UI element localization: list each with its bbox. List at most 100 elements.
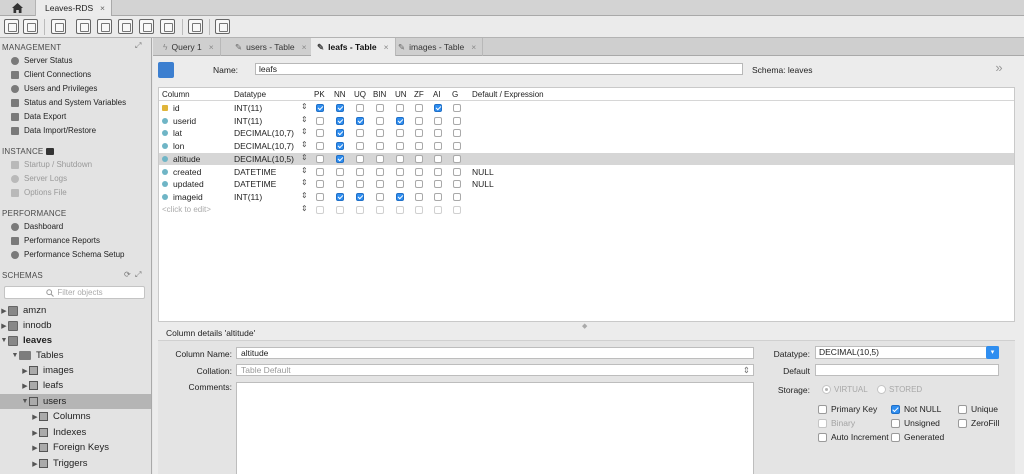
pk-checkbox[interactable] xyxy=(316,205,324,214)
updown-arrows-icon[interactable]: ⇕ xyxy=(301,102,308,111)
ai-checkbox[interactable] xyxy=(434,154,442,163)
pk-checkbox[interactable] xyxy=(316,129,324,138)
datatype-cell[interactable]: DATETIME xyxy=(234,179,276,189)
un-checkbox[interactable] xyxy=(396,104,404,112)
zf-checkbox[interactable] xyxy=(415,192,423,201)
g-checkbox[interactable] xyxy=(453,167,461,176)
tab-images-table[interactable]: ✎ images - Table × xyxy=(392,38,484,56)
close-icon[interactable]: × xyxy=(209,42,214,52)
g-checkbox[interactable] xyxy=(453,154,461,163)
updown-arrows-icon[interactable]: ⇕ xyxy=(301,127,308,136)
storage-stored-radio[interactable]: STORED xyxy=(877,385,922,394)
un-checkbox[interactable] xyxy=(396,192,404,201)
updown-arrows-icon[interactable]: ⇕ xyxy=(301,191,308,200)
column-name-cell[interactable]: updated xyxy=(173,179,204,189)
sidebar-item-data-import[interactable]: Data Import/Restore xyxy=(11,124,96,137)
updown-arrows-icon[interactable]: ⇕ xyxy=(301,140,308,149)
unsigned-checkbox[interactable]: Unsigned xyxy=(891,418,940,428)
generated-checkbox[interactable]: Generated xyxy=(891,432,944,442)
table-name-input[interactable]: leafs xyxy=(255,63,743,75)
splitter-handle[interactable]: ◆ xyxy=(158,322,1015,330)
uq-checkbox[interactable] xyxy=(356,167,364,176)
bin-checkbox[interactable] xyxy=(376,205,384,214)
column-name-cell[interactable]: userid xyxy=(173,116,196,126)
ai-checkbox[interactable] xyxy=(434,142,442,151)
ai-checkbox[interactable] xyxy=(434,167,442,176)
zf-checkbox[interactable] xyxy=(415,154,423,163)
bin-checkbox[interactable] xyxy=(376,129,384,138)
disclosure-right-icon[interactable]: ▶ xyxy=(0,322,8,330)
nn-checkbox[interactable] xyxy=(336,154,344,163)
un-checkbox[interactable] xyxy=(396,142,404,151)
col-header-column[interactable]: Column xyxy=(162,90,190,99)
ai-checkbox[interactable] xyxy=(434,205,442,214)
column-name-input[interactable]: altitude xyxy=(236,347,754,359)
tree-table-users[interactable]: ▼ users xyxy=(0,394,151,409)
pk-checkbox[interactable] xyxy=(316,116,324,125)
uq-checkbox[interactable] xyxy=(356,205,364,214)
zf-checkbox[interactable] xyxy=(415,116,423,125)
datatype-cell[interactable]: INT(11) xyxy=(234,116,262,126)
un-checkbox[interactable] xyxy=(396,167,404,176)
schema-innodb[interactable]: ▶ innodb xyxy=(0,318,151,333)
collation-select[interactable]: Table Default ⇕ xyxy=(236,364,754,376)
disclosure-right-icon[interactable]: ▶ xyxy=(31,460,39,468)
create-view-icon[interactable] xyxy=(118,19,133,34)
inspector-icon[interactable] xyxy=(51,19,66,34)
ai-checkbox[interactable] xyxy=(434,129,442,138)
sidebar-item-server-logs[interactable]: Server Logs xyxy=(11,172,67,185)
search-table-data-icon[interactable] xyxy=(188,19,203,34)
collapse-chevron-icon[interactable]: » xyxy=(991,61,1007,77)
bin-checkbox[interactable] xyxy=(376,192,384,201)
column-name-cell[interactable]: altitude xyxy=(173,154,200,164)
g-checkbox[interactable] xyxy=(453,205,461,214)
uq-checkbox[interactable] xyxy=(356,154,364,163)
column-name-cell[interactable]: lat xyxy=(173,128,182,138)
new-column-row[interactable]: <click to edit> ⇕ xyxy=(159,204,1014,217)
binary-checkbox[interactable]: Binary xyxy=(818,418,855,428)
zf-checkbox[interactable] xyxy=(415,205,423,214)
tree-triggers[interactable]: ▶ Triggers xyxy=(0,456,151,471)
tree-table-images[interactable]: ▶ images xyxy=(0,363,151,378)
column-name-cell[interactable]: id xyxy=(173,103,180,113)
refresh-icon[interactable]: ⟳ xyxy=(124,270,131,279)
zf-checkbox[interactable] xyxy=(415,129,423,138)
pk-checkbox[interactable] xyxy=(316,154,324,163)
col-header-uq[interactable]: UQ xyxy=(354,90,366,99)
uq-checkbox[interactable] xyxy=(356,116,364,125)
sidebar-item-client-connections[interactable]: Client Connections xyxy=(11,68,91,81)
disclosure-right-icon[interactable]: ▶ xyxy=(21,367,29,375)
g-checkbox[interactable] xyxy=(453,180,461,189)
bin-checkbox[interactable] xyxy=(376,104,384,112)
auto-increment-checkbox[interactable]: Auto Increment xyxy=(818,432,889,442)
close-icon[interactable]: × xyxy=(471,42,476,52)
zf-checkbox[interactable] xyxy=(415,142,423,151)
un-checkbox[interactable] xyxy=(396,116,404,125)
updown-arrows-icon[interactable]: ⇕ xyxy=(301,153,308,162)
nn-checkbox[interactable] xyxy=(336,104,344,112)
col-header-g[interactable]: G xyxy=(452,90,458,99)
tree-tables[interactable]: ▼ Tables xyxy=(0,348,151,363)
table-row[interactable]: imageid INT(11) ⇕ xyxy=(159,191,1014,204)
sidebar-item-startup-shutdown[interactable]: Startup / Shutdown xyxy=(11,158,92,171)
sidebar-item-performance-reports[interactable]: Performance Reports xyxy=(11,234,100,247)
col-header-ai[interactable]: AI xyxy=(433,90,441,99)
tab-leafs-table[interactable]: ✎ leafs - Table × xyxy=(311,38,396,56)
tree-columns[interactable]: ▶ Columns xyxy=(0,409,151,424)
datatype-cell[interactable]: INT(11) xyxy=(234,192,262,202)
table-row[interactable]: userid INT(11) ⇕ xyxy=(159,115,1014,128)
disclosure-right-icon[interactable]: ▶ xyxy=(0,307,8,315)
g-checkbox[interactable] xyxy=(453,192,461,201)
pk-checkbox[interactable] xyxy=(316,192,324,201)
uq-checkbox[interactable] xyxy=(356,180,364,189)
disclosure-down-icon[interactable]: ▼ xyxy=(11,352,19,359)
column-name-cell[interactable]: lon xyxy=(173,141,184,151)
table-row[interactable]: id INT(11) ⇕ xyxy=(159,102,1014,115)
uq-checkbox[interactable] xyxy=(356,104,364,112)
un-checkbox[interactable] xyxy=(396,154,404,163)
nn-checkbox[interactable] xyxy=(336,167,344,176)
un-checkbox[interactable] xyxy=(396,180,404,189)
create-function-icon[interactable] xyxy=(160,19,175,34)
expand-icon[interactable]: ⤢ xyxy=(135,270,141,280)
create-schema-icon[interactable] xyxy=(76,19,91,34)
